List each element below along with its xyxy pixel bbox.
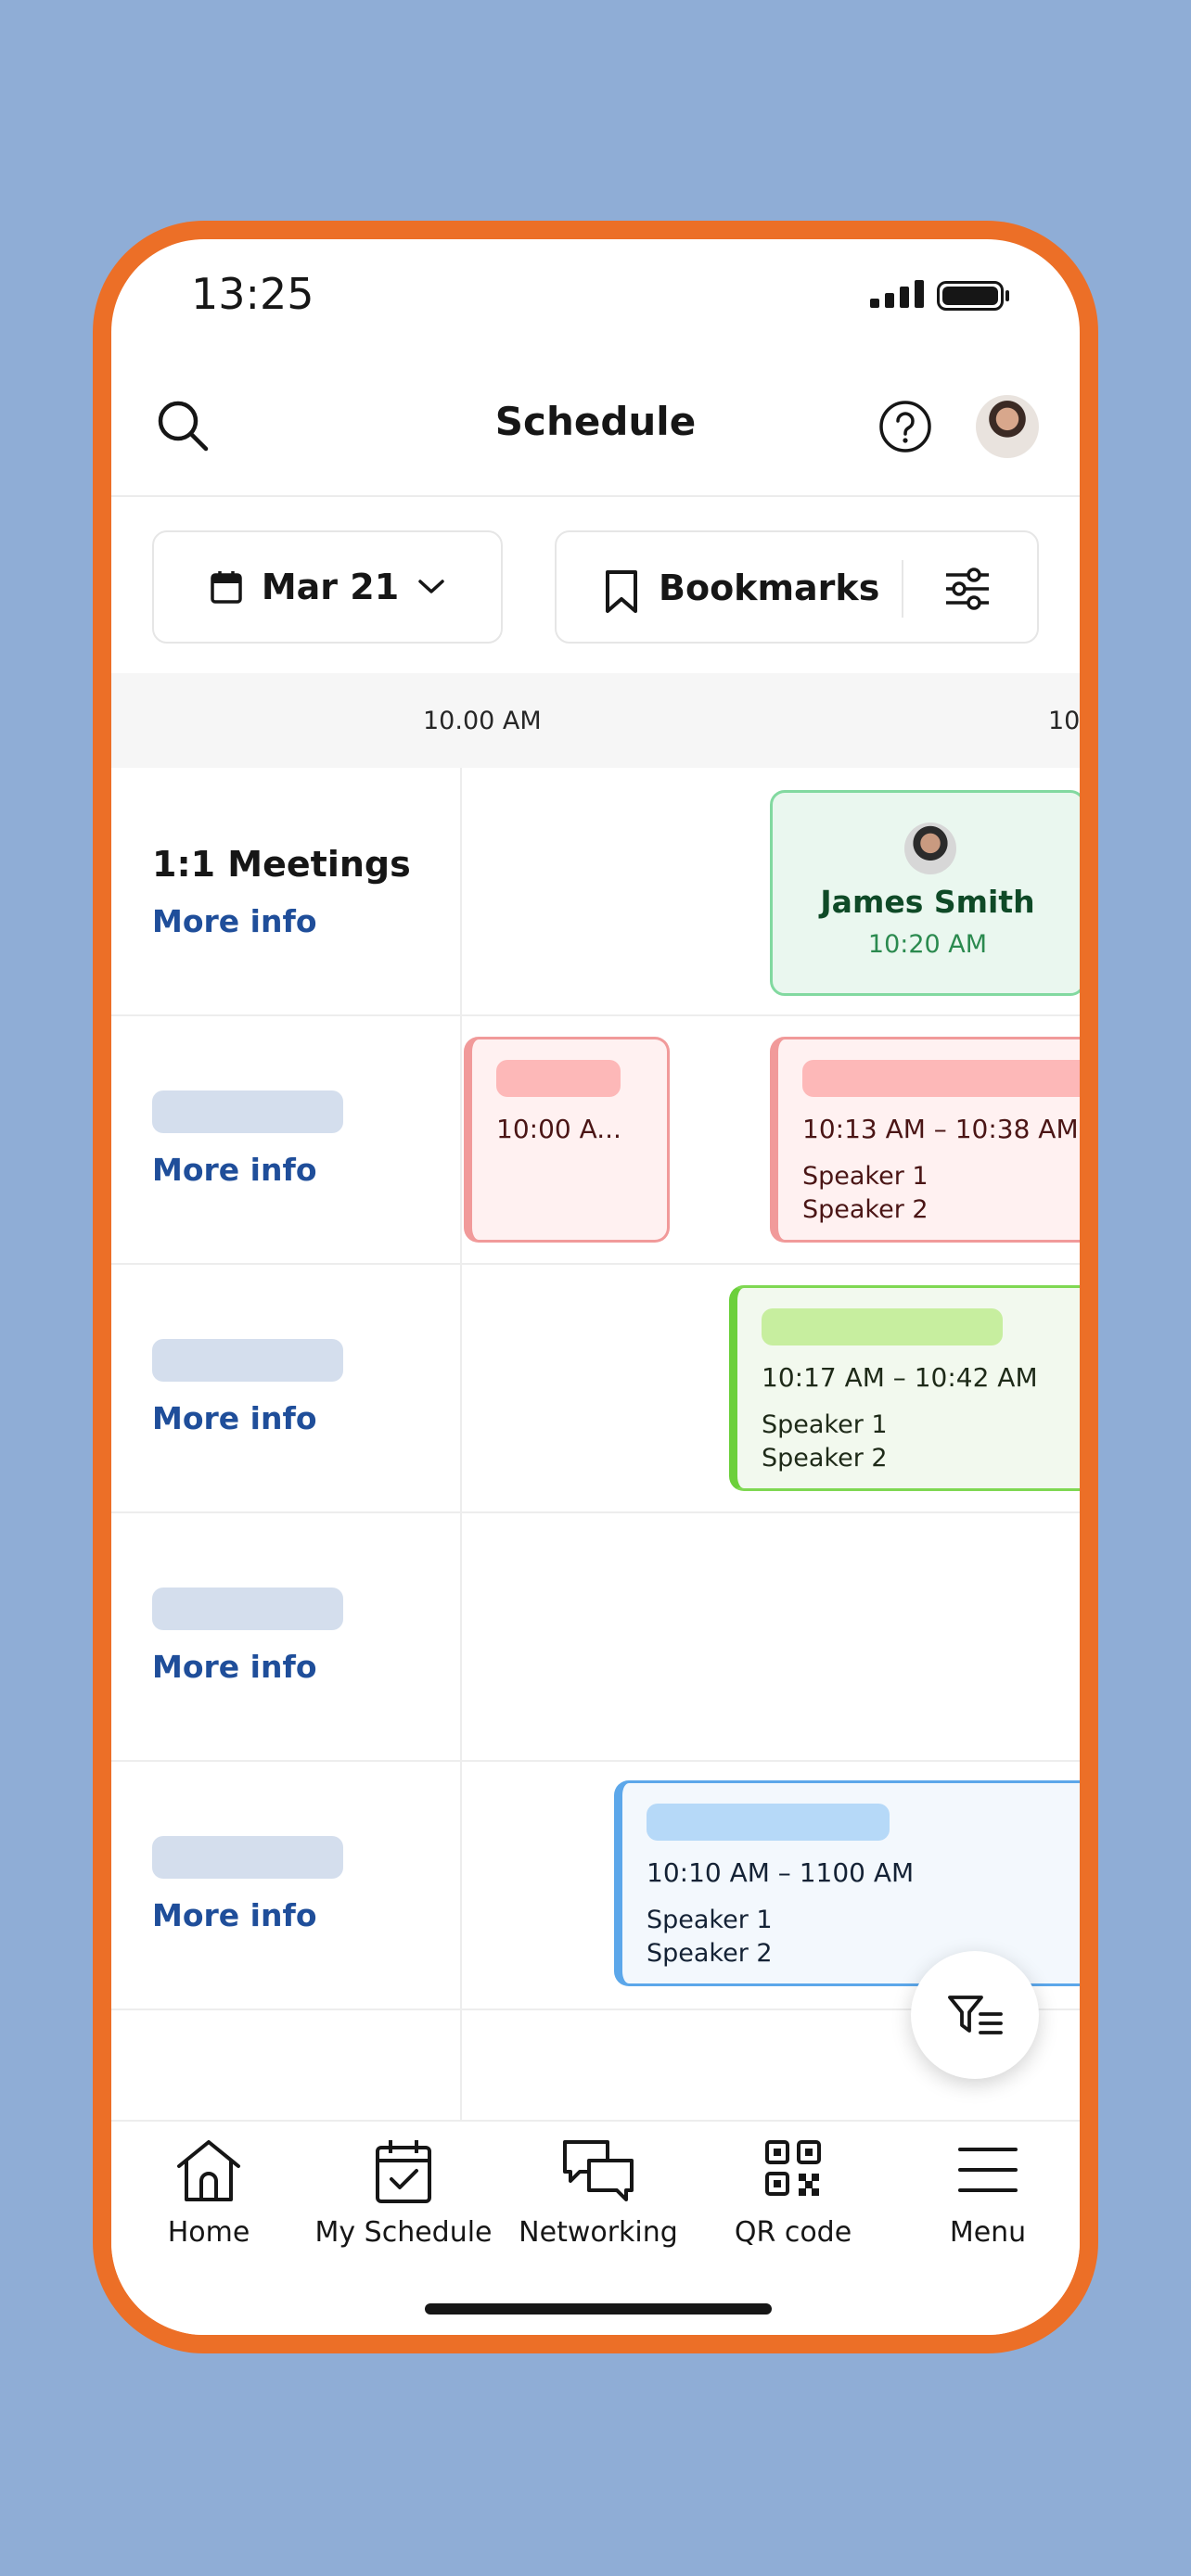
nav-label: Home — [167, 2216, 250, 2249]
nav-label: Networking — [519, 2216, 678, 2249]
event-time: 10:10 AM – 1100 AM — [647, 1857, 915, 1888]
nav-label: QR code — [734, 2216, 852, 2249]
home-icon — [177, 2140, 240, 2201]
nav-label: My Schedule — [314, 2216, 493, 2249]
chevron-down-icon — [418, 580, 444, 593]
battery-cap — [1005, 290, 1009, 301]
nav-label: Menu — [949, 2216, 1027, 2249]
schedule-row: More info — [111, 1513, 1080, 1762]
signal-icon — [870, 280, 924, 308]
app-screen: 13:25 Schedule Mar 21 Bookmarks 10.00 AM… — [111, 239, 1080, 2335]
time-label: 10.00 AM — [423, 707, 542, 735]
date-label: Mar 21 — [261, 567, 400, 607]
home-indicator[interactable] — [425, 2303, 772, 2315]
chat-bubbles-icon — [563, 2140, 634, 2201]
calendar-icon — [211, 571, 242, 604]
sliders-icon[interactable] — [944, 566, 991, 612]
nav-item-my-schedule[interactable]: My Schedule — [306, 2136, 501, 2249]
event-card[interactable]: 10:17 AM – 10:42 AM Speaker 1 Speaker 2 — [729, 1285, 1080, 1491]
menu-icon — [958, 2148, 1018, 2192]
event-time: 10:17 AM – 10:42 AM — [762, 1362, 1038, 1393]
filter-divider — [902, 560, 903, 618]
filter-fab-button[interactable] — [911, 1951, 1039, 2079]
meeting-time: 10:20 AM — [867, 930, 988, 959]
attendee-avatar — [904, 823, 956, 874]
battery-icon — [937, 281, 1004, 311]
header-divider — [111, 495, 1080, 497]
filter-list-icon — [948, 1996, 1003, 2034]
row-title-placeholder — [152, 1339, 343, 1382]
more-info-link[interactable]: More info — [152, 1649, 317, 1685]
event-card[interactable]: 10:10 AM – 1100 AM Speaker 1 Speaker 2 — [614, 1780, 1080, 1986]
speaker-name: Speaker 2 — [647, 1939, 773, 1968]
nav-item-qr-code[interactable]: QR code — [696, 2136, 890, 2249]
speaker-name: Speaker 1 — [647, 1906, 773, 1934]
row-title-placeholder — [152, 1588, 343, 1630]
calendar-check-icon — [376, 2140, 431, 2203]
nav-item-menu[interactable]: Menu — [890, 2136, 1080, 2249]
nav-item-home[interactable]: Home — [111, 2136, 306, 2249]
event-time: 10:13 AM – 10:38 AM — [802, 1114, 1079, 1144]
speaker-name: Speaker 2 — [762, 1444, 888, 1473]
meeting-card[interactable]: James Smith 10:20 AM — [770, 790, 1080, 996]
more-info-link[interactable]: More info — [152, 903, 317, 939]
row-title: 1:1 Meetings — [152, 844, 411, 885]
bookmark-icon[interactable] — [603, 569, 640, 614]
speaker-name: Speaker 1 — [802, 1162, 928, 1191]
event-title-placeholder — [802, 1060, 1080, 1097]
timeline-header: 10.00 AM 10 — [111, 673, 1080, 768]
time-label: 10 — [1048, 707, 1080, 735]
avatar[interactable] — [976, 395, 1039, 458]
more-info-link[interactable]: More info — [152, 1400, 317, 1436]
status-time: 13:25 — [191, 269, 314, 319]
event-card[interactable]: 10:13 AM – 10:38 AM Speaker 1 Speaker 2 — [770, 1037, 1080, 1243]
event-title-placeholder — [762, 1308, 1003, 1345]
more-info-link[interactable]: More info — [152, 1897, 317, 1933]
qr-code-icon — [765, 2140, 821, 2196]
date-selector-button[interactable]: Mar 21 — [152, 530, 503, 644]
event-title-placeholder — [647, 1804, 890, 1841]
bookmarks-filter: Bookmarks — [555, 530, 1039, 644]
help-icon[interactable] — [877, 399, 933, 454]
more-info-link[interactable]: More info — [152, 1152, 317, 1188]
row-title-placeholder — [152, 1836, 343, 1879]
event-time: 10:00 A... — [496, 1114, 621, 1144]
speaker-name: Speaker 1 — [762, 1410, 888, 1439]
attendee-name: James Smith — [820, 884, 1035, 920]
page-title: Schedule — [494, 399, 697, 444]
speaker-name: Speaker 2 — [802, 1195, 928, 1224]
event-card[interactable]: 10:00 A... — [464, 1037, 670, 1243]
nav-item-networking[interactable]: Networking — [501, 2136, 696, 2249]
row-title-placeholder — [152, 1090, 343, 1133]
event-title-placeholder — [496, 1060, 621, 1097]
bookmarks-button[interactable]: Bookmarks — [659, 567, 879, 608]
